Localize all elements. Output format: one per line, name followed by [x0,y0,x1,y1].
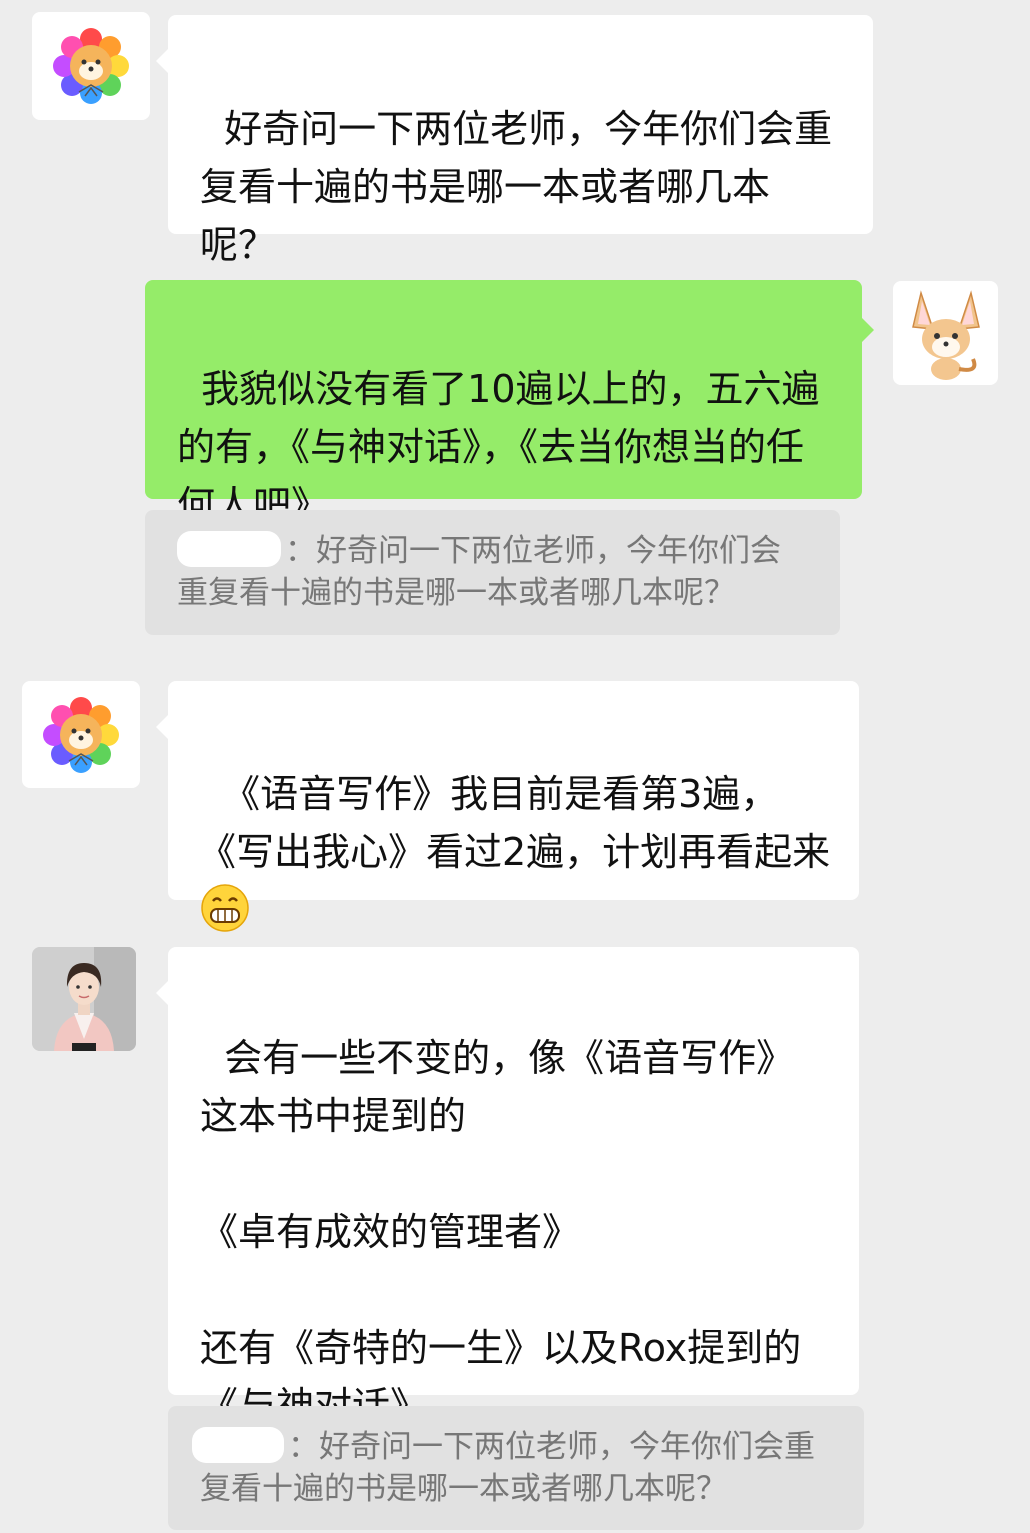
woman-portrait-avatar-icon [32,947,136,1051]
fennec-fox-avatar-icon [912,290,980,380]
message-text: 我貌似没有看了10遍以上的，五六遍的有，《与神对话》，《去当你想当的任何人吧》 [177,367,820,527]
message-text: 《语音写作》我目前是看第3遍，《写出我心》看过2遍，计划再看起来 [198,772,831,874]
sender-avatar[interactable] [22,681,140,788]
self-avatar[interactable] [893,281,998,385]
shiba-dog-flower-avatar-icon [43,697,119,773]
sender-avatar[interactable] [32,947,136,1051]
shiba-dog-flower-avatar-icon [53,28,129,104]
message-bubble[interactable]: 《语音写作》我目前是看第3遍，《写出我心》看过2遍，计划再看起来 [156,681,859,932]
quoted-text: ：好奇问一下两位老师，今年你们会重复看十遍的书是哪一本或者哪几本呢？ [200,1429,815,1507]
quoted-message[interactable]: ：好奇问一下两位老师，今年你们会重复看十遍的书是哪一本或者哪几本呢？ [145,510,840,635]
message-text: 会有一些不变的，像《语音写作》这本书中提到的 《卓有成效的管理者》 还有《奇特的… [200,1036,802,1428]
message-bubble[interactable]: 我貌似没有看了10遍以上的，五六遍的有，《与神对话》，《去当你想当的任何人吧》 [145,280,874,527]
message-bubble[interactable]: 好奇问一下两位老师，今年你们会重复看十遍的书是哪一本或者哪几本呢？ [156,15,873,267]
quoted-message[interactable]: 极微：好奇问一下两位老师，今年你们会重复看十遍的书是哪一本或者哪几本呢？ [168,1406,864,1530]
message-bubble[interactable]: 会有一些不变的，像《语音写作》这本书中提到的 《卓有成效的管理者》 还有《奇特的… [156,947,859,1428]
grinning-face-icon [201,884,249,932]
redacted-name [192,1427,284,1463]
redacted-name [177,531,281,567]
sender-avatar[interactable] [32,12,150,120]
message-text: 好奇问一下两位老师，今年你们会重复看十遍的书是哪一本或者哪几本呢？ [200,107,833,267]
